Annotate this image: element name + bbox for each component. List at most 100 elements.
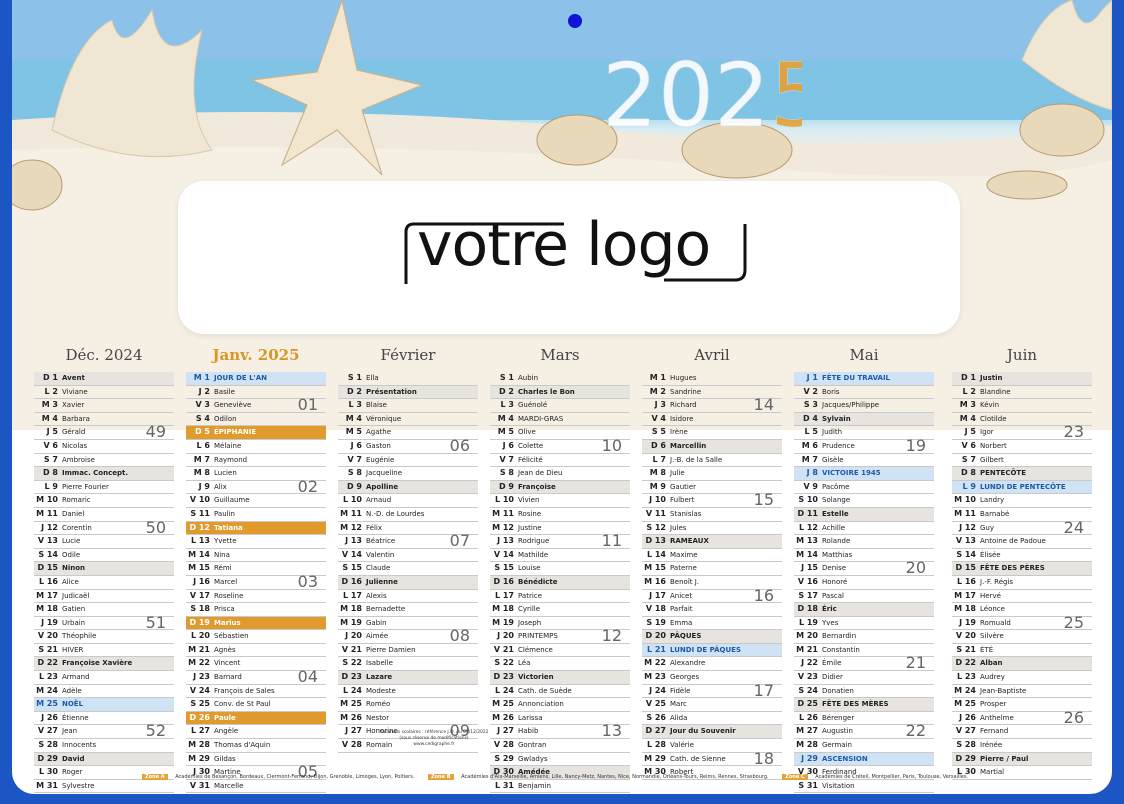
day-row: D 22 Alban [952, 657, 1092, 672]
saint-name: Honoré [822, 577, 848, 586]
day-row: L 3 Blaise [338, 399, 478, 413]
month-4: Avril M 1 Hugues M 2 Sandrine J 3 Richard 14 V 4… [642, 346, 782, 780]
day-row: J 26 Anthelme 26 [952, 710, 1092, 726]
day-row: S 3 Jacques/Philippe [794, 399, 934, 413]
day-row: M 11 N.-D. de Lourdes [338, 508, 478, 522]
month-2: Février S 1 Ella D 2 Présentation L 3 Blaise M … [338, 346, 478, 753]
day-number: V 27 [37, 726, 58, 736]
month-6: Juin D 1 Justin L 2 Blandine M 3 Kévin M 4 Cloti… [952, 346, 1092, 780]
saint-name: Gisèle [822, 455, 844, 464]
day-row: D 13 RAMEAUX [642, 535, 782, 549]
day-row: S 18 Prisca [186, 603, 326, 617]
day-row: L 17 Alexis [338, 590, 478, 604]
day-number: S 11 [190, 508, 210, 518]
saint-name: Boris [822, 387, 840, 396]
saint-name: Innocents [62, 741, 97, 750]
day-number: M 14 [188, 549, 210, 559]
svg-text:2025: 2025 [602, 44, 802, 140]
saint-name: Yves [822, 618, 839, 627]
day-row: L 16 Alice [34, 576, 174, 590]
day-number: V 6 [961, 440, 976, 450]
saint-name: LUNDI DE PENTECÔTE [980, 482, 1066, 491]
day-number: M 22 [644, 658, 666, 668]
day-row: V 6 Norbert [952, 440, 1092, 454]
saint-name: Barbara [62, 414, 90, 423]
saint-name: Barnabé [980, 509, 1010, 518]
week-number: 19 [905, 435, 926, 455]
day-row: M 14 Nina [186, 549, 326, 563]
day-number: V 20 [955, 631, 976, 641]
day-number: V 13 [955, 536, 976, 546]
day-number: J 9 [198, 481, 210, 491]
day-row: L 2 Viviane [34, 386, 174, 400]
day-row: M 4 MARDI-GRAS [490, 413, 630, 427]
day-row: M 10 Landry [952, 494, 1092, 508]
zones-footer: Zone A Académies de Besançon, Bordeaux, … [142, 774, 992, 786]
saint-name: Fulbert [670, 496, 695, 505]
saint-name: Antoine de Padoue [980, 537, 1046, 546]
saint-name: Odile [62, 550, 81, 559]
saint-name: Prosper [980, 700, 1007, 709]
saint-name: Prudence [822, 441, 855, 450]
day-number: L 5 [804, 427, 818, 437]
day-row: D 25 FÊTE DES MÈRES [794, 698, 934, 712]
day-row: V 7 Eugénie [338, 454, 478, 468]
day-number: M 19 [492, 617, 514, 627]
saint-name: Lucie [62, 537, 81, 546]
day-row: D 27 Jour du Souvenir [642, 725, 782, 740]
saint-name: Emma [670, 618, 693, 627]
saint-name: Françoise [518, 482, 556, 491]
day-number: J 5 [964, 427, 976, 437]
hanging-hole [568, 14, 582, 28]
day-row: M 28 Thomas d'Aquin [186, 739, 326, 753]
day-number: L 23 [956, 672, 976, 682]
day-row: L 6 Mélaine [186, 440, 326, 454]
day-row: V 24 François de Sales [186, 685, 326, 699]
day-row: V 28 Gontran [490, 739, 630, 753]
day-row: D 8 PENTECÔTE [952, 467, 1092, 481]
saint-name: Léonce [980, 605, 1005, 614]
day-number: J 13 [345, 536, 362, 546]
saint-name: Jules [670, 523, 687, 532]
day-number: D 16 [341, 576, 362, 586]
saint-name: Mathilde [518, 550, 549, 559]
day-number: D 25 [797, 699, 818, 709]
day-number: D 4 [803, 413, 818, 423]
saint-name: MARDI-GRAS [518, 414, 564, 423]
saint-name: Constantin [822, 645, 860, 654]
saint-name: Cath. de Sienne [670, 754, 726, 763]
day-number: D 29 [955, 753, 976, 763]
day-row: J 10 Fulbert 15 [642, 492, 782, 508]
day-row: V 20 Théophile [34, 630, 174, 644]
month-1: Janv. 2025 M 1 JOUR DE L'AN J 2 Basile V 3 Gen… [186, 346, 326, 794]
day-number: V 11 [645, 508, 666, 518]
day-number: J 12 [959, 522, 976, 532]
day-number: V 27 [955, 726, 976, 736]
saint-name: Igor [980, 428, 994, 437]
day-row: V 20 Silvère [952, 630, 1092, 644]
saint-name: Bernardin [822, 632, 857, 641]
day-row: D 11 Estelle [794, 507, 934, 522]
day-number: M 4 [497, 413, 514, 423]
saint-name: Sylvestre [62, 781, 95, 790]
day-row: V 18 Parfait [642, 603, 782, 617]
day-row: L 23 Audrey [952, 671, 1092, 685]
saint-name: Audrey [980, 673, 1005, 682]
day-number: M 4 [959, 413, 976, 423]
day-row: L 13 Yvette [186, 535, 326, 549]
saint-name: HIVER [62, 645, 84, 654]
day-number: M 19 [340, 617, 362, 627]
saint-name: Alice [62, 577, 79, 586]
day-number: J 26 [959, 712, 976, 722]
day-row: S 22 Léa [490, 657, 630, 672]
day-number: S 15 [342, 563, 362, 573]
day-row: J 13 Béatrice 07 [338, 533, 478, 549]
saint-name: Estelle [822, 509, 849, 518]
saint-name: Bérenger [822, 713, 855, 722]
day-row: S 29 Gwladys [490, 753, 630, 767]
day-number: L 2 [962, 386, 976, 396]
saint-name: Corentin [62, 523, 92, 532]
saint-name: Agathe [366, 428, 392, 437]
day-row: D 2 Charles le Bon [490, 385, 630, 400]
day-row: L 2 Blandine [952, 386, 1092, 400]
